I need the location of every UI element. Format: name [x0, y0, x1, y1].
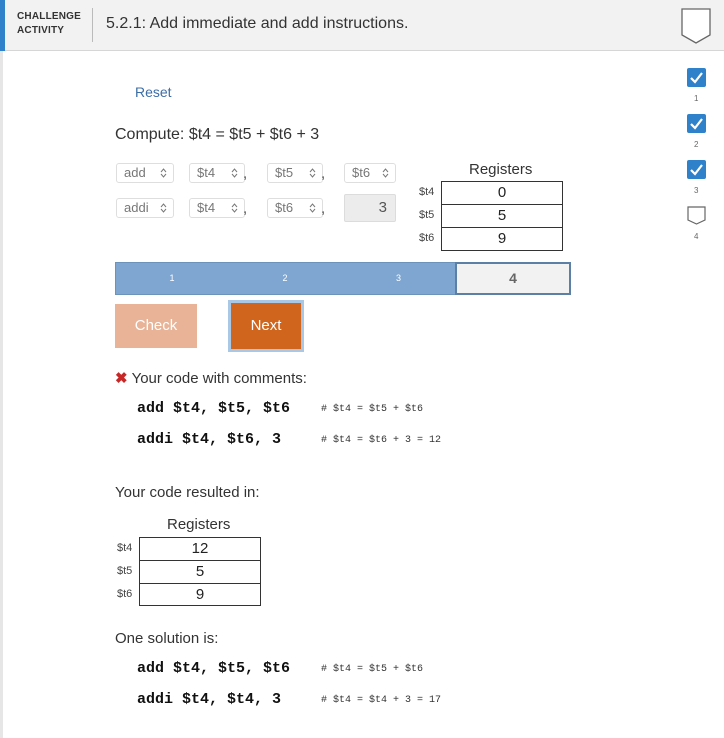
progress-step-1[interactable]: 1 — [115, 262, 229, 295]
select-arrows-icon — [231, 203, 238, 213]
solution-line: addi $t4, $t4, 3 — [137, 691, 282, 708]
feedback-title: Your code with comments: — [131, 370, 307, 387]
level-number: 2 — [694, 140, 699, 149]
badge-outline-icon — [687, 206, 706, 225]
select-arrows-icon — [160, 203, 167, 213]
progress-step-4-current[interactable]: 4 — [455, 262, 571, 295]
register-value: 9 — [441, 227, 563, 251]
register-name: $t4 — [419, 186, 435, 198]
x-mark-icon: ✖ — [115, 370, 128, 387]
register-value: 5 — [139, 560, 261, 584]
checkbox-checked-icon — [687, 160, 706, 179]
src-select-2[interactable]: $t6 — [267, 198, 323, 218]
check-button[interactable]: Check — [115, 304, 197, 348]
register-value: 0 — [441, 181, 563, 205]
registers-title: Registers — [469, 161, 533, 178]
register-value: 9 — [139, 583, 261, 606]
tag-line-2: ACTIVITY — [17, 25, 65, 36]
register-value: 12 — [139, 537, 261, 561]
tag-line-1: CHALLENGE — [17, 11, 82, 22]
activity-panel — [3, 51, 675, 738]
level-number: 1 — [694, 94, 699, 103]
op-select-1[interactable]: add — [116, 163, 174, 183]
completion-sidebar — [675, 51, 724, 738]
next-button[interactable]: Next — [231, 303, 301, 349]
checkbox-checked-icon — [687, 114, 706, 133]
level-progress-bar: 1 2 3 4 — [115, 262, 571, 295]
code-line: addi $t4, $t6, 3 — [137, 431, 282, 448]
third-select-1-value: $t6 — [352, 165, 371, 180]
select-arrows-icon — [382, 168, 389, 178]
feedback-heading: ✖ Your code with comments: — [115, 369, 307, 387]
register-name: $t6 — [117, 588, 133, 600]
op-select-2[interactable]: addi — [116, 198, 174, 218]
comma-separator: , — [321, 165, 326, 182]
solution-comment: # $t4 = $t4 + 3 = 17 — [321, 695, 442, 706]
code-comment: # $t4 = $t6 + 3 = 12 — [321, 435, 442, 446]
solution-label: One solution is: — [115, 630, 219, 647]
select-arrows-icon — [309, 203, 316, 213]
comma-separator: , — [243, 200, 248, 217]
reset-link[interactable]: Reset — [135, 84, 172, 100]
dst-select-1-value: $t4 — [197, 165, 216, 180]
src-select-1[interactable]: $t5 — [267, 163, 323, 183]
activity-title: 5.2.1: Add immediate and add instruction… — [106, 15, 409, 32]
src-select-2-value: $t6 — [275, 200, 294, 215]
select-arrows-icon — [160, 168, 167, 178]
register-value: 5 — [441, 204, 563, 228]
solution-comment: # $t4 = $t5 + $t6 — [321, 664, 424, 675]
code-line: add $t4, $t5, $t6 — [137, 400, 291, 417]
level-number: 4 — [694, 232, 699, 241]
register-name: $t5 — [419, 209, 435, 221]
select-arrows-icon — [309, 168, 316, 178]
third-select-1[interactable]: $t6 — [344, 163, 396, 183]
comma-separator: , — [321, 200, 326, 217]
comma-separator: , — [243, 165, 248, 182]
solution-line: add $t4, $t5, $t6 — [137, 660, 291, 677]
register-name: $t6 — [419, 232, 435, 244]
compute-prompt: Compute: $t4 = $t5 + $t6 + 3 — [115, 126, 320, 143]
op-select-2-value: addi — [124, 200, 149, 215]
dst-select-2[interactable]: $t4 — [189, 198, 245, 218]
immediate-input[interactable]: 3 — [344, 194, 396, 222]
dst-select-2-value: $t4 — [197, 200, 216, 215]
registers-title: Registers — [167, 516, 231, 533]
header-divider — [92, 8, 93, 42]
select-arrows-icon — [231, 168, 238, 178]
dst-select-1[interactable]: $t4 — [189, 163, 245, 183]
level-number: 3 — [694, 186, 699, 195]
activity-header: CHALLENGE ACTIVITY 5.2.1: Add immediate … — [0, 0, 724, 51]
activity-type-tag: CHALLENGE ACTIVITY — [17, 10, 81, 38]
result-label: Your code resulted in: — [115, 484, 260, 501]
register-name: $t4 — [117, 542, 133, 554]
checkbox-checked-icon — [687, 68, 706, 87]
progress-step-3[interactable]: 3 — [342, 262, 456, 295]
progress-step-2[interactable]: 2 — [228, 262, 343, 295]
code-comment: # $t4 = $t5 + $t6 — [321, 404, 424, 415]
header-accent-bar — [0, 0, 5, 51]
op-select-1-value: add — [124, 165, 146, 180]
badge-outline-icon — [681, 8, 711, 44]
register-name: $t5 — [117, 565, 133, 577]
src-select-1-value: $t5 — [275, 165, 294, 180]
